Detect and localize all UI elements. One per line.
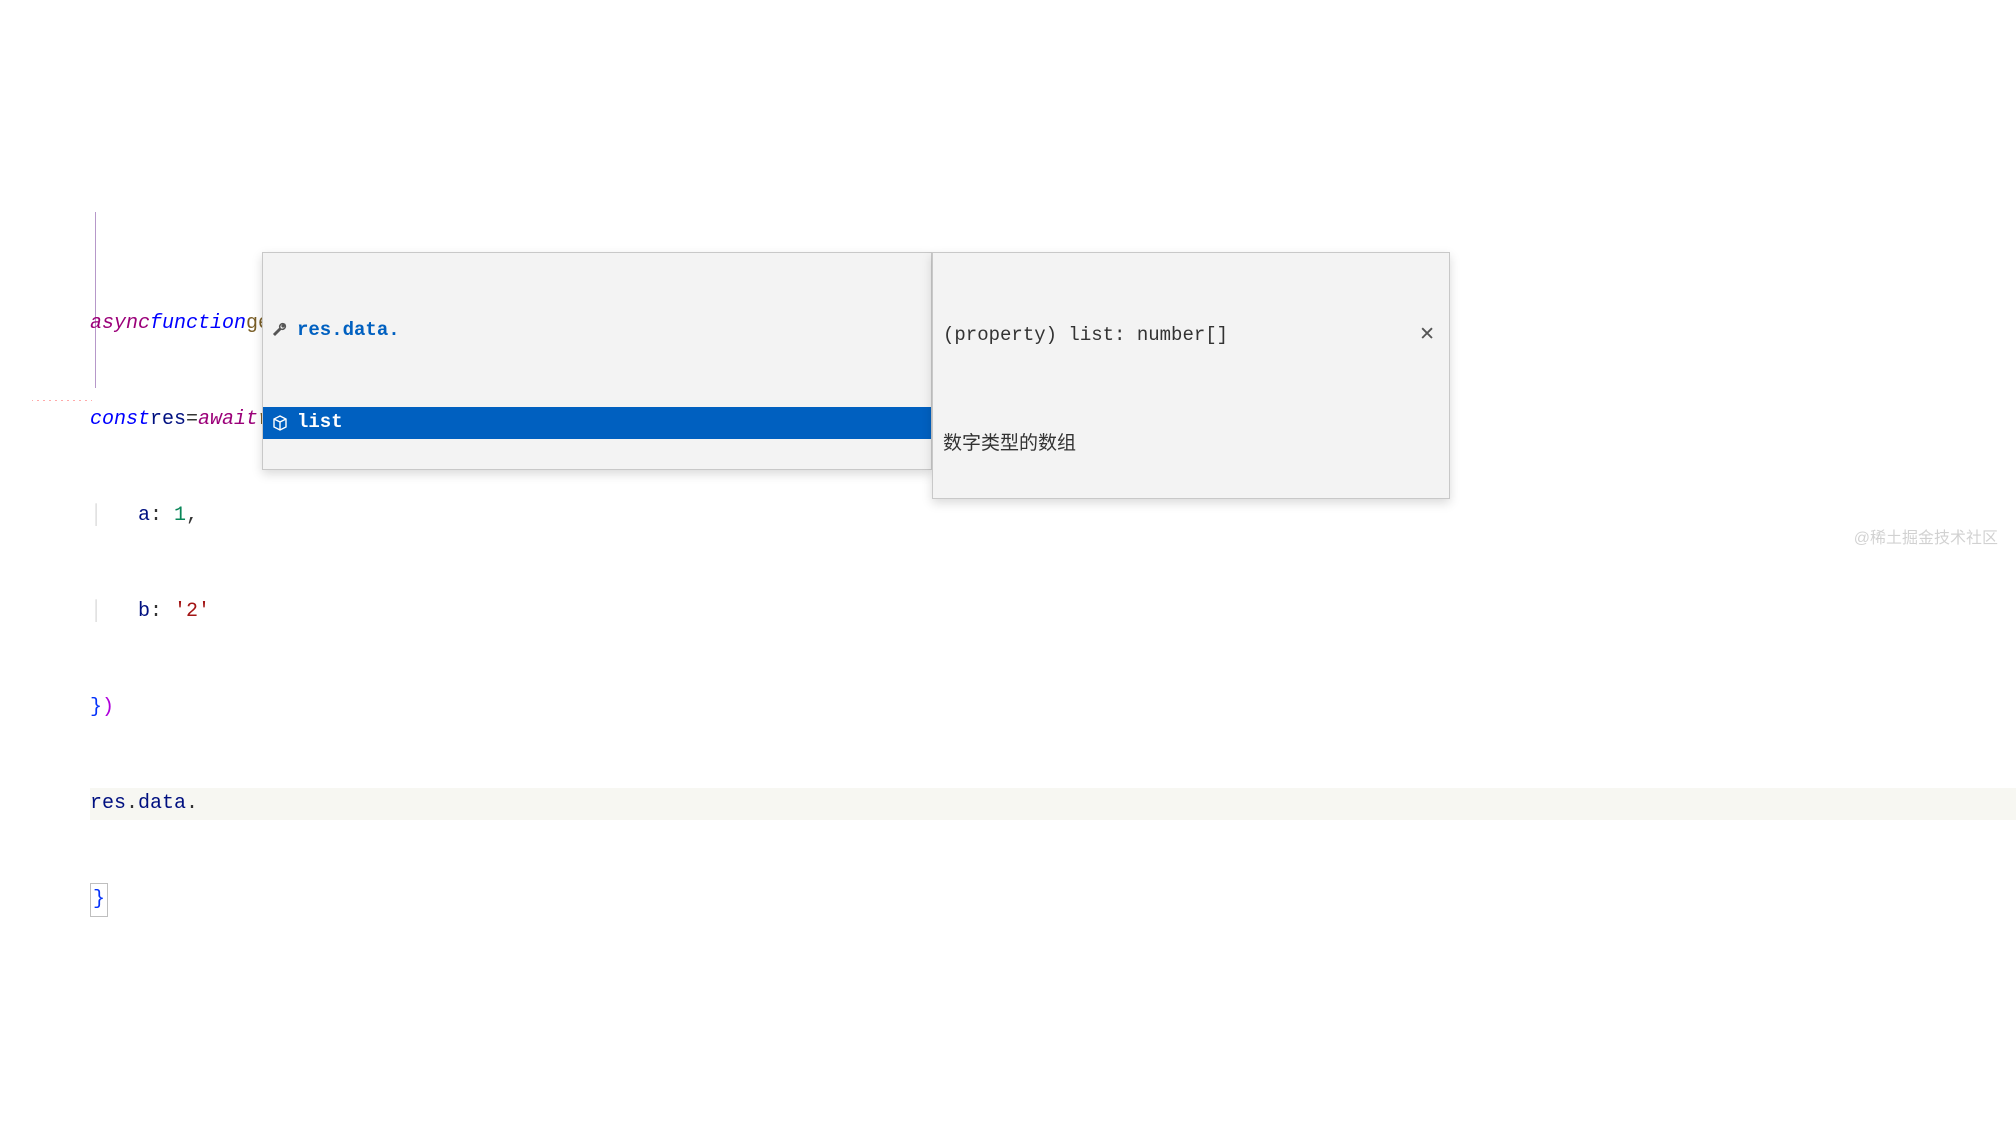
code-line-active[interactable]: res.data.: [90, 788, 2016, 820]
keyword-async: async: [90, 308, 150, 340]
op-eq: =: [186, 404, 198, 436]
prop-key: b: [138, 596, 150, 628]
identifier: res: [90, 788, 126, 820]
autocomplete-item-selected[interactable]: list: [263, 407, 931, 439]
code-line[interactable]: [90, 1076, 2016, 1108]
keyword-function: function: [150, 308, 246, 340]
prop-key: a: [138, 500, 150, 532]
code-line[interactable]: }): [90, 692, 2016, 724]
brace: }: [90, 692, 102, 724]
keyword-const: const: [90, 404, 150, 436]
close-icon[interactable]: ✕: [1415, 320, 1439, 350]
doc-header: (property) list: number[] ✕: [943, 320, 1439, 350]
code-line[interactable]: [90, 980, 2016, 1012]
documentation-popup[interactable]: (property) list: number[] ✕ 数字类型的数组: [932, 252, 1450, 499]
watermark: @稀土掘金技术社区: [1854, 526, 1998, 552]
brace-close: }: [90, 883, 108, 917]
field-icon: [271, 414, 289, 432]
number-literal: 1: [174, 500, 186, 532]
keyword-await: await: [198, 404, 258, 436]
autocomplete-popup[interactable]: res.data. list: [262, 252, 932, 470]
doc-signature: (property) list: number[]: [943, 320, 1228, 350]
doc-description: 数字类型的数组: [943, 429, 1439, 459]
code-line[interactable]: }: [90, 884, 2016, 916]
paren: ): [102, 692, 114, 724]
autocomplete-filter-row[interactable]: res.data.: [263, 314, 931, 346]
autocomplete-filter-text: res.data.: [297, 315, 400, 345]
identifier: res: [150, 404, 186, 436]
wrench-icon: [271, 321, 289, 339]
code-line[interactable]: │ b: '2': [90, 596, 2016, 628]
string-literal: '2': [174, 596, 210, 628]
error-underline: [32, 400, 92, 404]
member: data: [138, 788, 186, 820]
autocomplete-item-label: list: [297, 407, 343, 437]
code-line[interactable]: │ a: 1,: [90, 500, 2016, 532]
